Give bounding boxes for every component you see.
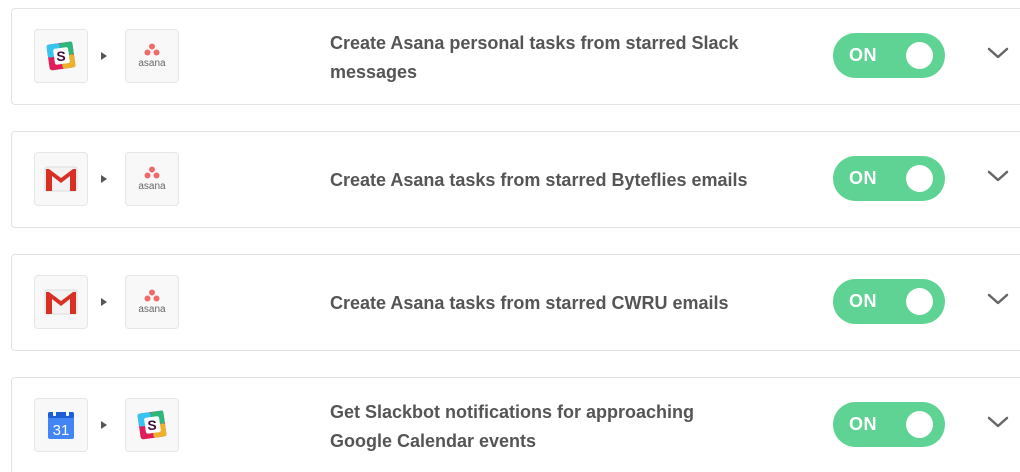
- chevron-down-icon[interactable]: [987, 169, 1009, 183]
- toggle-knob: [906, 165, 933, 192]
- toggle-label: ON: [849, 291, 877, 311]
- action-app-tile: asana: [125, 29, 179, 83]
- zap-row[interactable]: 31 S Get Slackbot notifications for appr…: [11, 377, 1020, 472]
- zap-title[interactable]: Create Asana tasks from starred Byteflie…: [330, 132, 800, 229]
- svg-text:S: S: [147, 417, 156, 433]
- zap-title[interactable]: Create Asana personal tasks from starred…: [330, 9, 800, 106]
- zap-row[interactable]: asana Create Asana tasks from starred CW…: [11, 254, 1020, 351]
- zap-title[interactable]: Create Asana tasks from starred CWRU ema…: [330, 255, 800, 352]
- toggle-knob: [906, 411, 933, 438]
- chevron-down-icon[interactable]: [987, 415, 1009, 429]
- action-app-tile: S: [125, 398, 179, 452]
- zap-list: S asana Create Asana personal tasks from…: [0, 0, 1020, 472]
- arrow-right-icon: [101, 52, 107, 60]
- trigger-app-tile: [34, 152, 88, 206]
- slack-icon: S: [137, 410, 167, 440]
- action-app-tile: asana: [125, 275, 179, 329]
- zap-title[interactable]: Get Slackbot notifications for approachi…: [330, 378, 800, 472]
- svg-text:S: S: [56, 48, 65, 64]
- asana-wordmark: asana: [138, 304, 166, 315]
- trigger-app-tile: S: [34, 29, 88, 83]
- asana-icon: asana: [138, 166, 166, 192]
- arrow-right-icon: [101, 175, 107, 183]
- zap-on-toggle[interactable]: ON: [833, 402, 945, 447]
- zap-title-line: messages: [330, 61, 418, 82]
- zap-row[interactable]: asana Create Asana tasks from starred By…: [11, 131, 1020, 228]
- trigger-app-tile: 31: [34, 398, 88, 452]
- asana-icon: asana: [138, 43, 166, 69]
- zap-row[interactable]: S asana Create Asana personal tasks from…: [11, 8, 1020, 105]
- svg-text:31: 31: [53, 422, 70, 439]
- toggle-knob: [906, 288, 933, 315]
- slack-icon: S: [46, 41, 76, 71]
- trigger-app-tile: [34, 275, 88, 329]
- zap-title-line: Create Asana personal tasks from starred…: [330, 32, 739, 53]
- google-calendar-icon: 31: [48, 410, 74, 439]
- toggle-label: ON: [849, 168, 877, 188]
- arrow-right-icon: [101, 298, 107, 306]
- action-app-tile: asana: [125, 152, 179, 206]
- gmail-icon: [44, 289, 78, 315]
- zap-on-toggle[interactable]: ON: [833, 33, 945, 78]
- zap-title-line: Get Slackbot notifications for approachi…: [330, 401, 695, 422]
- zap-title-line: Create Asana tasks from starred Byteflie…: [330, 170, 748, 190]
- arrow-right-icon: [101, 421, 107, 429]
- toggle-knob: [906, 42, 933, 69]
- toggle-label: ON: [849, 45, 877, 65]
- asana-wordmark: asana: [138, 58, 166, 69]
- toggle-label: ON: [849, 414, 877, 434]
- chevron-down-icon[interactable]: [987, 292, 1009, 306]
- zap-title-line: Google Calendar events: [330, 430, 537, 451]
- zap-title-line: Create Asana tasks from starred CWRU ema…: [330, 293, 729, 313]
- zap-on-toggle[interactable]: ON: [833, 156, 945, 201]
- chevron-down-icon[interactable]: [987, 46, 1009, 60]
- zap-on-toggle[interactable]: ON: [833, 279, 945, 324]
- gmail-icon: [44, 166, 78, 192]
- asana-icon: asana: [138, 289, 166, 315]
- asana-wordmark: asana: [138, 181, 166, 192]
